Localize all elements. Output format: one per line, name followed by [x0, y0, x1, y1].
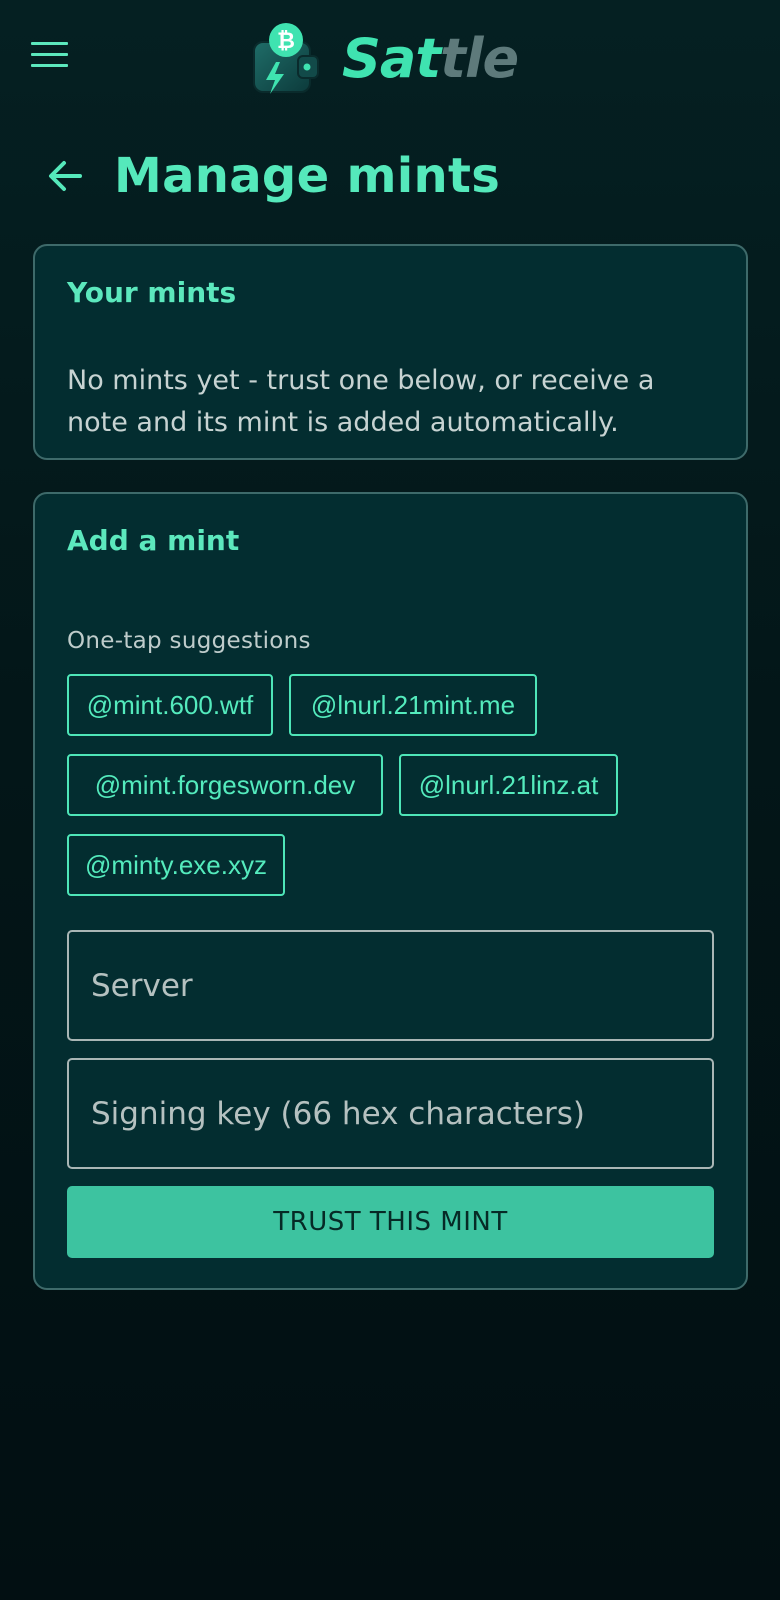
add-mint-card: Add a mint One-tap suggestions @mint.600…	[33, 492, 748, 1290]
server-input[interactable]	[67, 930, 714, 1041]
empty-state-message: No mints yet - trust one below, or recei…	[67, 365, 655, 438]
add-mint-title: Add a mint	[67, 524, 240, 557]
page-title: Manage mints	[114, 148, 501, 204]
suggestion-chip[interactable]: @lnurl.21mint.me	[289, 674, 537, 736]
wallet-bitcoin-lightning-icon: ₿	[253, 23, 319, 94]
signing-key-input[interactable]	[67, 1058, 714, 1169]
suggestion-chip[interactable]: @mint.forgesworn.dev	[67, 754, 383, 816]
suggestions-label: One-tap suggestions	[67, 628, 311, 654]
hamburger-menu-icon[interactable]	[30, 40, 70, 70]
arrow-left-icon[interactable]	[44, 154, 88, 198]
brand-name: Sattle	[342, 27, 519, 90]
trust-mint-button[interactable]: TRUST THIS MINT	[67, 1186, 714, 1258]
suggestion-chip[interactable]: @lnurl.21linz.at	[399, 754, 618, 816]
title-row: Manage mints	[44, 148, 500, 204]
app-header: ₿ Sattle	[0, 0, 780, 112]
app-logo: ₿ Sattle	[252, 18, 519, 98]
suggestion-chip[interactable]: @minty.exe.xyz	[67, 834, 285, 896]
your-mints-card: Your mints No mints yet - trust one belo…	[33, 244, 748, 460]
suggestion-chip[interactable]: @mint.600.wtf	[67, 674, 273, 736]
svg-text:₿: ₿	[277, 29, 295, 54]
your-mints-title: Your mints	[67, 276, 237, 309]
